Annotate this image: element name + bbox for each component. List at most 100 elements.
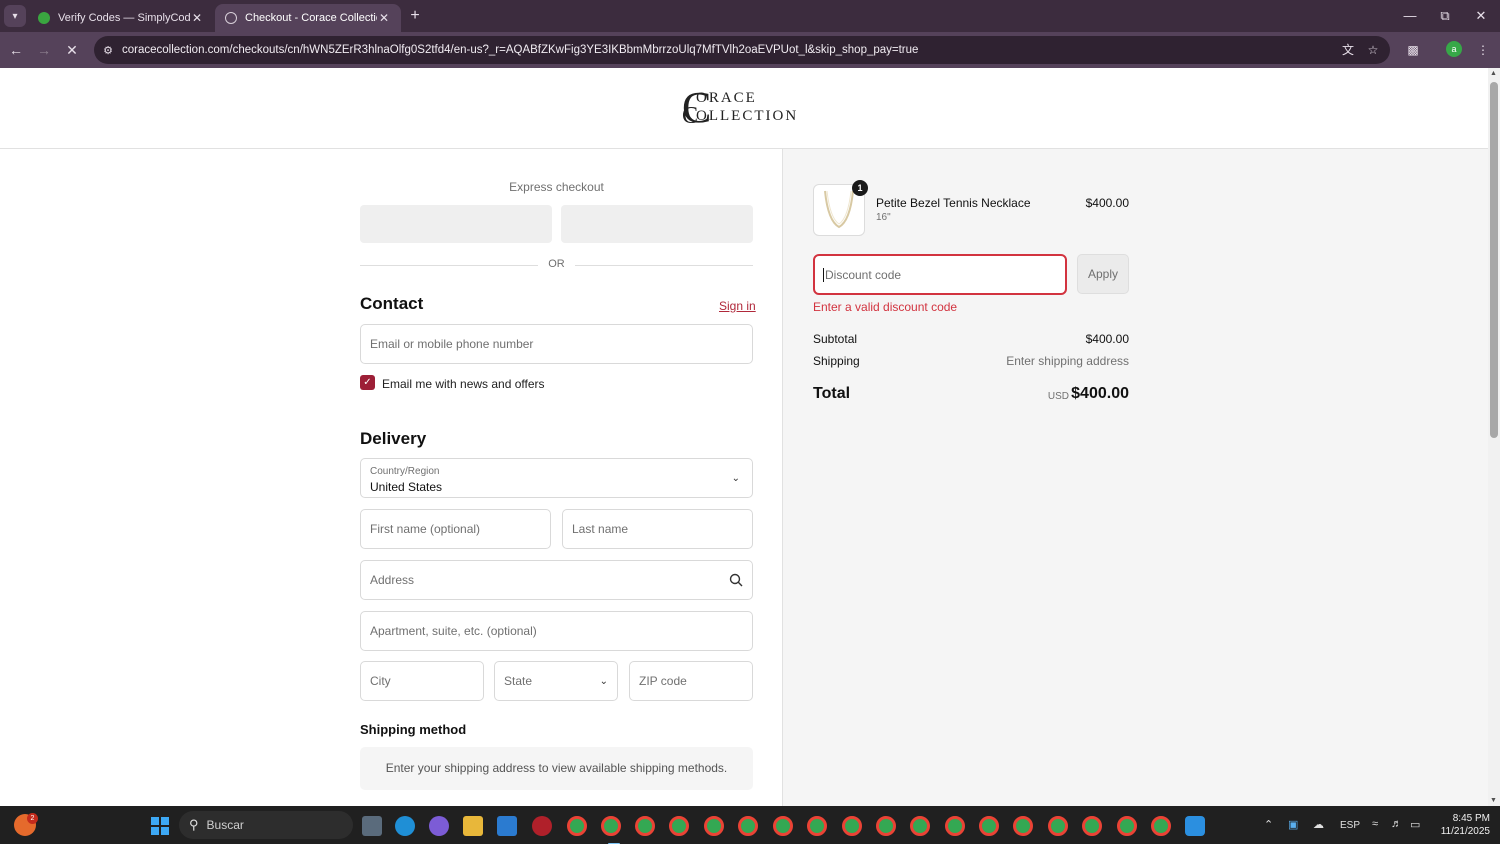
volume-icon[interactable]: ♬: [1391, 818, 1402, 830]
wifi-icon[interactable]: ≈: [1372, 818, 1378, 830]
language-indicator[interactable]: ESP: [1340, 820, 1360, 831]
new-tab-button[interactable]: +: [405, 6, 425, 26]
file-explorer-icon[interactable]: [463, 816, 483, 836]
chrome-icon[interactable]: [842, 816, 862, 836]
battery-icon[interactable]: ▭: [1410, 818, 1420, 831]
chrome-icon[interactable]: [601, 816, 621, 844]
express-checkout-title: Express checkout: [509, 180, 604, 194]
chrome-icon[interactable]: [1082, 816, 1102, 836]
delivery-heading: Delivery: [360, 429, 427, 448]
chrome-icon[interactable]: [979, 816, 999, 836]
quantity-badge: 1: [852, 180, 868, 196]
app-icon[interactable]: [532, 816, 552, 836]
task-view-icon[interactable]: [362, 816, 382, 836]
scroll-down-icon[interactable]: ▼: [1490, 797, 1497, 804]
chrome-icon[interactable]: [876, 816, 896, 836]
newsletter-checkbox[interactable]: ✓: [360, 375, 375, 390]
copilot-icon[interactable]: [429, 816, 449, 836]
store-header: C ORACE C OLLECTION: [0, 68, 1488, 149]
state-select[interactable]: State ⌄: [494, 661, 618, 701]
sign-in-link[interactable]: Sign in: [719, 299, 756, 313]
taskbar-clock[interactable]: 8:45 PM 11/21/2025: [1430, 812, 1490, 838]
country-select[interactable]: Country/Region United States ⌄: [360, 458, 753, 498]
window-close-icon[interactable]: ✕: [1466, 6, 1496, 26]
security-tray-icon[interactable]: ▣: [1288, 818, 1298, 831]
taskbar-search[interactable]: ⚲ Buscar: [179, 811, 353, 839]
extensions-icon[interactable]: ▩: [1403, 40, 1423, 60]
translate-icon[interactable]: 文: [1338, 40, 1358, 60]
scroll-thumb[interactable]: [1490, 82, 1498, 438]
zip-field[interactable]: ZIP code: [629, 661, 753, 701]
address-field[interactable]: Address: [360, 560, 753, 600]
apply-discount-button[interactable]: Apply: [1077, 254, 1129, 294]
tray-chevron-up-icon[interactable]: ⌃: [1264, 818, 1273, 831]
email-field[interactable]: Email or mobile phone number: [360, 324, 753, 364]
checkout-page: C ORACE C OLLECTION Express checkout OR …: [0, 68, 1488, 806]
express-pay-button-1[interactable]: [360, 205, 552, 243]
logo-line-2: OLLECTION: [696, 108, 799, 124]
last-name-field[interactable]: Last name: [562, 509, 753, 549]
chrome-icon[interactable]: [567, 816, 587, 836]
tab-verify-codes[interactable]: Verify Codes — SimplyCodes ✕: [28, 4, 214, 32]
app-icon[interactable]: [1185, 816, 1205, 836]
tab-close-icon[interactable]: ✕: [190, 11, 204, 25]
chrome-icon[interactable]: [807, 816, 827, 836]
bookmark-star-icon[interactable]: ☆: [1363, 40, 1383, 60]
discount-error-message: Enter a valid discount code: [813, 300, 958, 314]
chrome-icon[interactable]: [910, 816, 930, 836]
back-icon[interactable]: ←: [6, 40, 26, 60]
onedrive-icon[interactable]: ☁: [1313, 818, 1324, 831]
chrome-icon[interactable]: [738, 816, 758, 836]
tab-title: Checkout - Corace Collection: [245, 12, 377, 24]
total-row: Total USD $400.00: [813, 385, 1129, 403]
express-pay-button-2[interactable]: [561, 205, 753, 243]
discount-code-field[interactable]: [813, 254, 1067, 295]
forward-icon[interactable]: →: [34, 40, 54, 60]
store-icon[interactable]: [497, 816, 517, 836]
or-label: OR: [548, 258, 565, 270]
corace-logo[interactable]: C ORACE C OLLECTION: [682, 86, 808, 130]
logo-line-1: ORACE: [696, 90, 757, 106]
chrome-icon[interactable]: [635, 816, 655, 836]
browser-toolbar: ← → ✕ ⚙ coracecollection.com/checkouts/c…: [0, 32, 1500, 68]
restore-icon[interactable]: ⧉: [1430, 6, 1460, 26]
state-placeholder: State: [504, 674, 533, 688]
browser-menu-icon[interactable]: ⋮: [1473, 40, 1493, 60]
last-name-placeholder: Last name: [572, 522, 629, 536]
subtotal-value: $400.00: [1085, 332, 1129, 346]
contact-heading: Contact: [360, 294, 424, 313]
first-name-field[interactable]: First name (optional): [360, 509, 551, 549]
chrome-icon[interactable]: [669, 816, 689, 836]
chrome-icon[interactable]: [1151, 816, 1171, 836]
chrome-icon[interactable]: [1048, 816, 1068, 836]
chrome-icon[interactable]: [704, 816, 724, 836]
page-scrollbar[interactable]: ▲ ▼: [1488, 68, 1500, 806]
discount-code-input[interactable]: [825, 267, 1057, 282]
scroll-up-icon[interactable]: ▲: [1490, 70, 1497, 77]
profile-avatar[interactable]: a: [1446, 41, 1462, 57]
site-info-icon[interactable]: ⚙: [94, 44, 122, 57]
newsletter-label[interactable]: Email me with news and offers: [382, 377, 545, 391]
country-value: United States: [370, 480, 443, 494]
tab-close-icon[interactable]: ✕: [377, 11, 391, 25]
minimize-icon[interactable]: —: [1395, 6, 1425, 26]
stop-loading-icon[interactable]: ✕: [62, 40, 82, 60]
address-bar[interactable]: ⚙ coracecollection.com/checkouts/cn/hWN5…: [94, 36, 1390, 64]
currency-code: USD: [1047, 391, 1069, 402]
tab-search-button[interactable]: ▾: [4, 5, 26, 27]
edge-icon[interactable]: [395, 816, 415, 836]
chevron-down-icon: ⌄: [731, 473, 740, 484]
tab-checkout[interactable]: Checkout - Corace Collection ✕: [215, 4, 401, 32]
url-text[interactable]: coracecollection.com/checkouts/cn/hWN5ZE…: [122, 44, 1390, 56]
chrome-icon[interactable]: [1013, 816, 1033, 836]
apartment-field[interactable]: Apartment, suite, etc. (optional): [360, 611, 753, 651]
city-field[interactable]: City: [360, 661, 484, 701]
loading-favicon-icon: [225, 12, 237, 24]
total-value: $400.00: [1071, 385, 1129, 402]
chrome-icon[interactable]: [773, 816, 793, 836]
chrome-icon[interactable]: [1117, 816, 1137, 836]
zip-placeholder: ZIP code: [639, 674, 687, 688]
windows-start-icon[interactable]: [151, 817, 169, 835]
chrome-icon[interactable]: [945, 816, 965, 836]
tab-title: Verify Codes — SimplyCodes: [58, 12, 190, 24]
